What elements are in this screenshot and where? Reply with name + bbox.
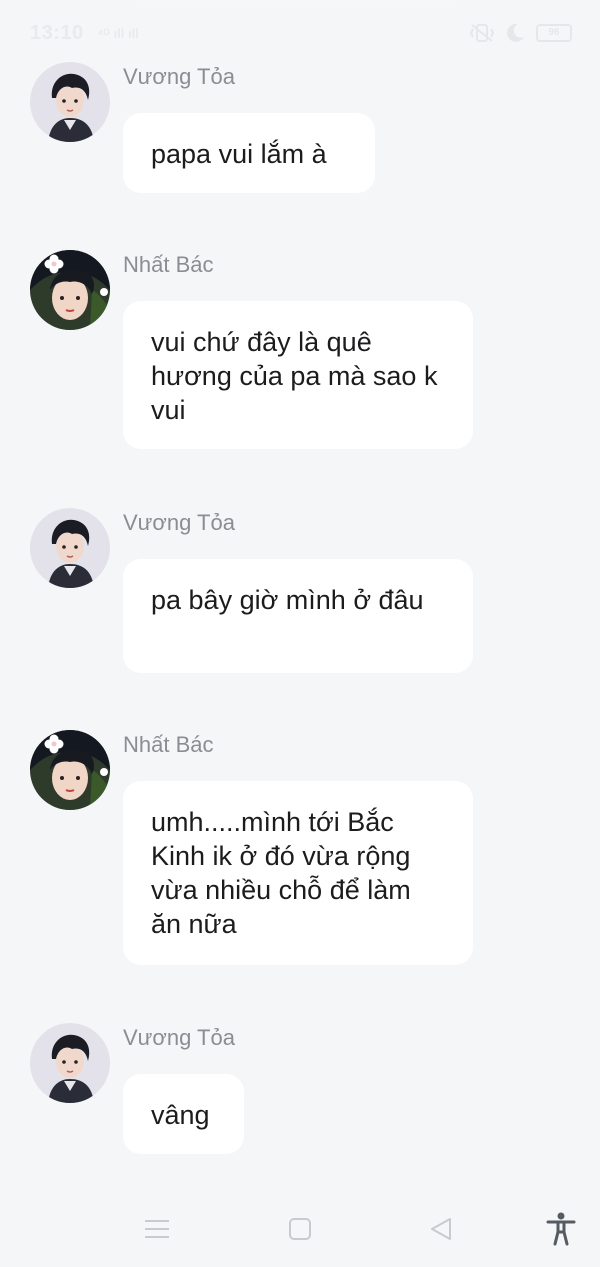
message-item: Nhất Bác vui chứ đây là quê hương của pa… bbox=[30, 250, 570, 450]
message-text: pa bây giờ mình ở đâu bbox=[151, 585, 424, 615]
status-bar: 13:10 ⁴ᴳ ıll ıll 96 bbox=[0, 0, 600, 60]
message-text: vui chứ đây là quê hương của pa mà sao k… bbox=[151, 327, 438, 425]
message-text: papa vui lắm à bbox=[151, 139, 327, 169]
message-bubble[interactable]: papa vui lắm à bbox=[123, 113, 375, 193]
signal-indicator: ⁴ᴳ ıll ıll bbox=[97, 26, 139, 41]
navigation-bar bbox=[0, 1187, 600, 1267]
avatar-vuong-toa[interactable] bbox=[30, 1023, 110, 1103]
message-item: Vương Tỏa pa bây giờ mình ở đâu bbox=[30, 508, 570, 674]
home-icon[interactable] bbox=[280, 1209, 320, 1249]
back-icon[interactable] bbox=[421, 1209, 461, 1249]
message-bubble[interactable]: vâng bbox=[123, 1074, 244, 1154]
sender-name: Nhất Bác bbox=[123, 732, 214, 757]
avatar-nhat-bac[interactable] bbox=[30, 250, 110, 330]
avatar-nhat-bac[interactable] bbox=[30, 730, 110, 810]
message-text: vâng bbox=[151, 1100, 210, 1130]
menu-icon[interactable] bbox=[137, 1209, 177, 1249]
message-bubble[interactable]: pa bây giờ mình ở đâu bbox=[123, 559, 473, 673]
battery-indicator: 96 bbox=[536, 24, 572, 42]
message-item: Nhất Bác umh.....mình tới Bắc Kinh ik ở … bbox=[30, 730, 570, 966]
sender-name: Vương Tỏa bbox=[123, 1025, 235, 1050]
avatar-vuong-toa[interactable] bbox=[30, 62, 110, 142]
message-bubble[interactable]: vui chứ đây là quê hương của pa mà sao k… bbox=[123, 301, 473, 449]
status-time: 13:10 bbox=[30, 22, 84, 44]
accessibility-icon[interactable] bbox=[541, 1209, 581, 1249]
moon-icon bbox=[504, 22, 526, 44]
message-bubble[interactable]: umh.....mình tới Bắc Kinh ik ở đó vừa rộ… bbox=[123, 781, 473, 965]
sender-name: Nhất Bác bbox=[123, 252, 214, 277]
chat-screen: 13:10 ⁴ᴳ ıll ıll 96 Vương Tỏa papa vui l… bbox=[0, 0, 600, 1267]
message-item: Vương Tỏa vâng bbox=[30, 1023, 570, 1155]
message-item: Vương Tỏa papa vui lắm à bbox=[30, 62, 570, 194]
avatar-vuong-toa[interactable] bbox=[30, 508, 110, 588]
status-icons: 96 bbox=[470, 22, 572, 44]
sender-name: Vương Tỏa bbox=[123, 510, 235, 535]
vibrate-icon bbox=[470, 23, 494, 43]
sender-name: Vương Tỏa bbox=[123, 64, 235, 89]
message-text: umh.....mình tới Bắc Kinh ik ở đó vừa rộ… bbox=[151, 807, 411, 939]
